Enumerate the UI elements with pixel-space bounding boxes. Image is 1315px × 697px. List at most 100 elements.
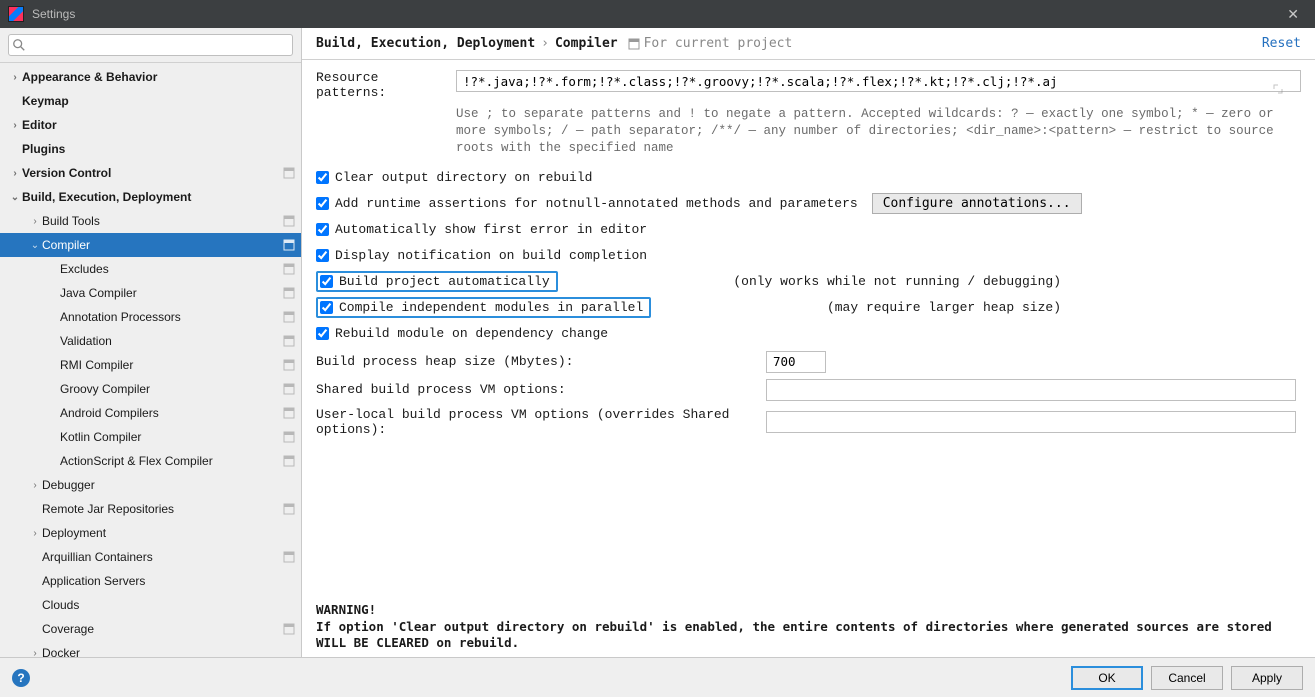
checkbox-rebuild-on-dep-change[interactable] — [316, 327, 329, 340]
search-icon — [12, 38, 26, 52]
project-scope-icon — [283, 263, 295, 275]
sidebar-item-rmi-compiler[interactable]: RMI Compiler — [0, 353, 301, 377]
sidebar-item-groovy-compiler[interactable]: Groovy Compiler — [0, 377, 301, 401]
chevron-right-icon: › — [28, 528, 42, 539]
sidebar-item-keymap[interactable]: Keymap — [0, 89, 301, 113]
warning-title: WARNING! — [316, 602, 1301, 618]
sidebar-item-deployment[interactable]: › Deployment — [0, 521, 301, 545]
sidebar-item-clouds[interactable]: Clouds — [0, 593, 301, 617]
sidebar-item-actionscript-compiler[interactable]: ActionScript & Flex Compiler — [0, 449, 301, 473]
sidebar-item-java-compiler[interactable]: Java Compiler — [0, 281, 301, 305]
checkbox-display-notification-label: Display notification on build completion — [335, 248, 647, 263]
sidebar: › Appearance & Behavior Keymap › Editor … — [0, 28, 302, 657]
sidebar-item-excludes[interactable]: Excludes — [0, 257, 301, 281]
reset-link[interactable]: Reset — [1262, 36, 1301, 51]
project-scope-icon — [283, 407, 295, 419]
resource-patterns-hint: Use ; to separate patterns and ! to nega… — [456, 106, 1301, 157]
project-scope-icon — [283, 503, 295, 515]
breadcrumb: Build, Execution, Deployment›Compiler — [316, 36, 618, 51]
project-scope-icon — [283, 335, 295, 347]
project-scope-icon — [283, 311, 295, 323]
app-icon — [8, 6, 24, 22]
checkbox-rebuild-on-dep-change-label: Rebuild module on dependency change — [335, 326, 608, 341]
sidebar-item-docker[interactable]: › Docker — [0, 641, 301, 657]
project-scope-icon — [283, 167, 295, 179]
warning-block: WARNING! If option 'Clear output directo… — [316, 602, 1301, 651]
ok-button[interactable]: OK — [1071, 666, 1143, 690]
user-vm-options-input[interactable] — [766, 411, 1296, 433]
sidebar-item-editor[interactable]: › Editor — [0, 113, 301, 137]
content-panel: Build, Execution, Deployment›Compiler Fo… — [302, 28, 1315, 657]
resource-patterns-label: Resource patterns: — [316, 70, 456, 100]
sidebar-item-build-execution-deployment[interactable]: ⌄ Build, Execution, Deployment — [0, 185, 301, 209]
configure-annotations-button[interactable]: Configure annotations... — [872, 193, 1082, 214]
checkbox-build-automatically-label: Build project automatically — [339, 274, 550, 289]
note-parallel: (may require larger heap size) — [827, 300, 1061, 315]
settings-tree: › Appearance & Behavior Keymap › Editor … — [0, 63, 301, 657]
chevron-right-icon: › — [8, 168, 22, 179]
shared-vm-options-input[interactable] — [766, 379, 1296, 401]
scope-badge: For current project — [628, 36, 793, 51]
checkbox-clear-output-label: Clear output directory on rebuild — [335, 170, 592, 185]
sidebar-item-plugins[interactable]: Plugins — [0, 137, 301, 161]
heap-size-input[interactable] — [766, 351, 826, 373]
dialog-button-bar: ? OK Cancel Apply — [0, 657, 1315, 697]
window-title: Settings — [32, 7, 75, 21]
project-scope-icon — [283, 359, 295, 371]
project-scope-icon — [283, 431, 295, 443]
project-scope-icon — [628, 38, 640, 50]
checkbox-add-runtime-assertions-label: Add runtime assertions for notnull-annot… — [335, 196, 858, 211]
project-scope-icon — [283, 383, 295, 395]
sidebar-item-build-tools[interactable]: › Build Tools — [0, 209, 301, 233]
note-build-auto: (only works while not running / debuggin… — [733, 274, 1061, 289]
sidebar-item-android-compilers[interactable]: Android Compilers — [0, 401, 301, 425]
sidebar-item-arquillian[interactable]: Arquillian Containers — [0, 545, 301, 569]
project-scope-icon — [283, 239, 295, 251]
checkbox-clear-output[interactable] — [316, 171, 329, 184]
warning-body: If option 'Clear output directory on reb… — [316, 619, 1301, 652]
sidebar-item-version-control[interactable]: › Version Control — [0, 161, 301, 185]
chevron-down-icon: ⌄ — [8, 192, 22, 203]
chevron-right-icon: › — [28, 216, 42, 227]
sidebar-item-remote-jar[interactable]: Remote Jar Repositories — [0, 497, 301, 521]
sidebar-item-kotlin-compiler[interactable]: Kotlin Compiler — [0, 425, 301, 449]
cancel-button[interactable]: Cancel — [1151, 666, 1223, 690]
checkbox-compile-parallel-label: Compile independent modules in parallel — [339, 300, 643, 315]
checkbox-auto-show-error-label: Automatically show first error in editor — [335, 222, 647, 237]
sidebar-item-appearance[interactable]: › Appearance & Behavior — [0, 65, 301, 89]
project-scope-icon — [283, 287, 295, 299]
project-scope-icon — [283, 623, 295, 635]
highlight-build-auto: Build project automatically — [316, 271, 558, 292]
project-scope-icon — [283, 215, 295, 227]
expand-icon[interactable] — [1273, 84, 1283, 94]
chevron-right-icon: › — [28, 648, 42, 658]
user-vm-options-label: User-local build process VM options (ove… — [316, 407, 766, 437]
checkbox-add-runtime-assertions[interactable] — [316, 197, 329, 210]
highlight-parallel: Compile independent modules in parallel — [316, 297, 651, 318]
checkbox-display-notification[interactable] — [316, 249, 329, 262]
sidebar-item-app-servers[interactable]: Application Servers — [0, 569, 301, 593]
chevron-down-icon: ⌄ — [28, 240, 42, 251]
sidebar-item-validation[interactable]: Validation — [0, 329, 301, 353]
apply-button[interactable]: Apply — [1231, 666, 1303, 690]
help-icon[interactable]: ? — [12, 669, 30, 687]
shared-vm-options-label: Shared build process VM options: — [316, 382, 766, 397]
sidebar-item-annotation-processors[interactable]: Annotation Processors — [0, 305, 301, 329]
content-header: Build, Execution, Deployment›Compiler Fo… — [302, 28, 1315, 60]
resource-patterns-input[interactable] — [456, 70, 1301, 92]
compiler-settings-form: Resource patterns: Use ; to separate pat… — [302, 60, 1315, 657]
title-bar: Settings ✕ — [0, 0, 1315, 28]
checkbox-compile-parallel[interactable] — [320, 301, 333, 314]
project-scope-icon — [283, 455, 295, 467]
sidebar-item-debugger[interactable]: › Debugger — [0, 473, 301, 497]
sidebar-item-compiler[interactable]: ⌄ Compiler — [0, 233, 301, 257]
heap-size-label: Build process heap size (Mbytes): — [316, 354, 766, 369]
checkbox-build-automatically[interactable] — [320, 275, 333, 288]
sidebar-item-coverage[interactable]: Coverage — [0, 617, 301, 641]
project-scope-icon — [283, 551, 295, 563]
search-input[interactable] — [8, 34, 293, 56]
chevron-right-icon: › — [8, 72, 22, 83]
close-icon[interactable]: ✕ — [1279, 2, 1307, 27]
chevron-right-icon: › — [8, 120, 22, 131]
checkbox-auto-show-error[interactable] — [316, 223, 329, 236]
